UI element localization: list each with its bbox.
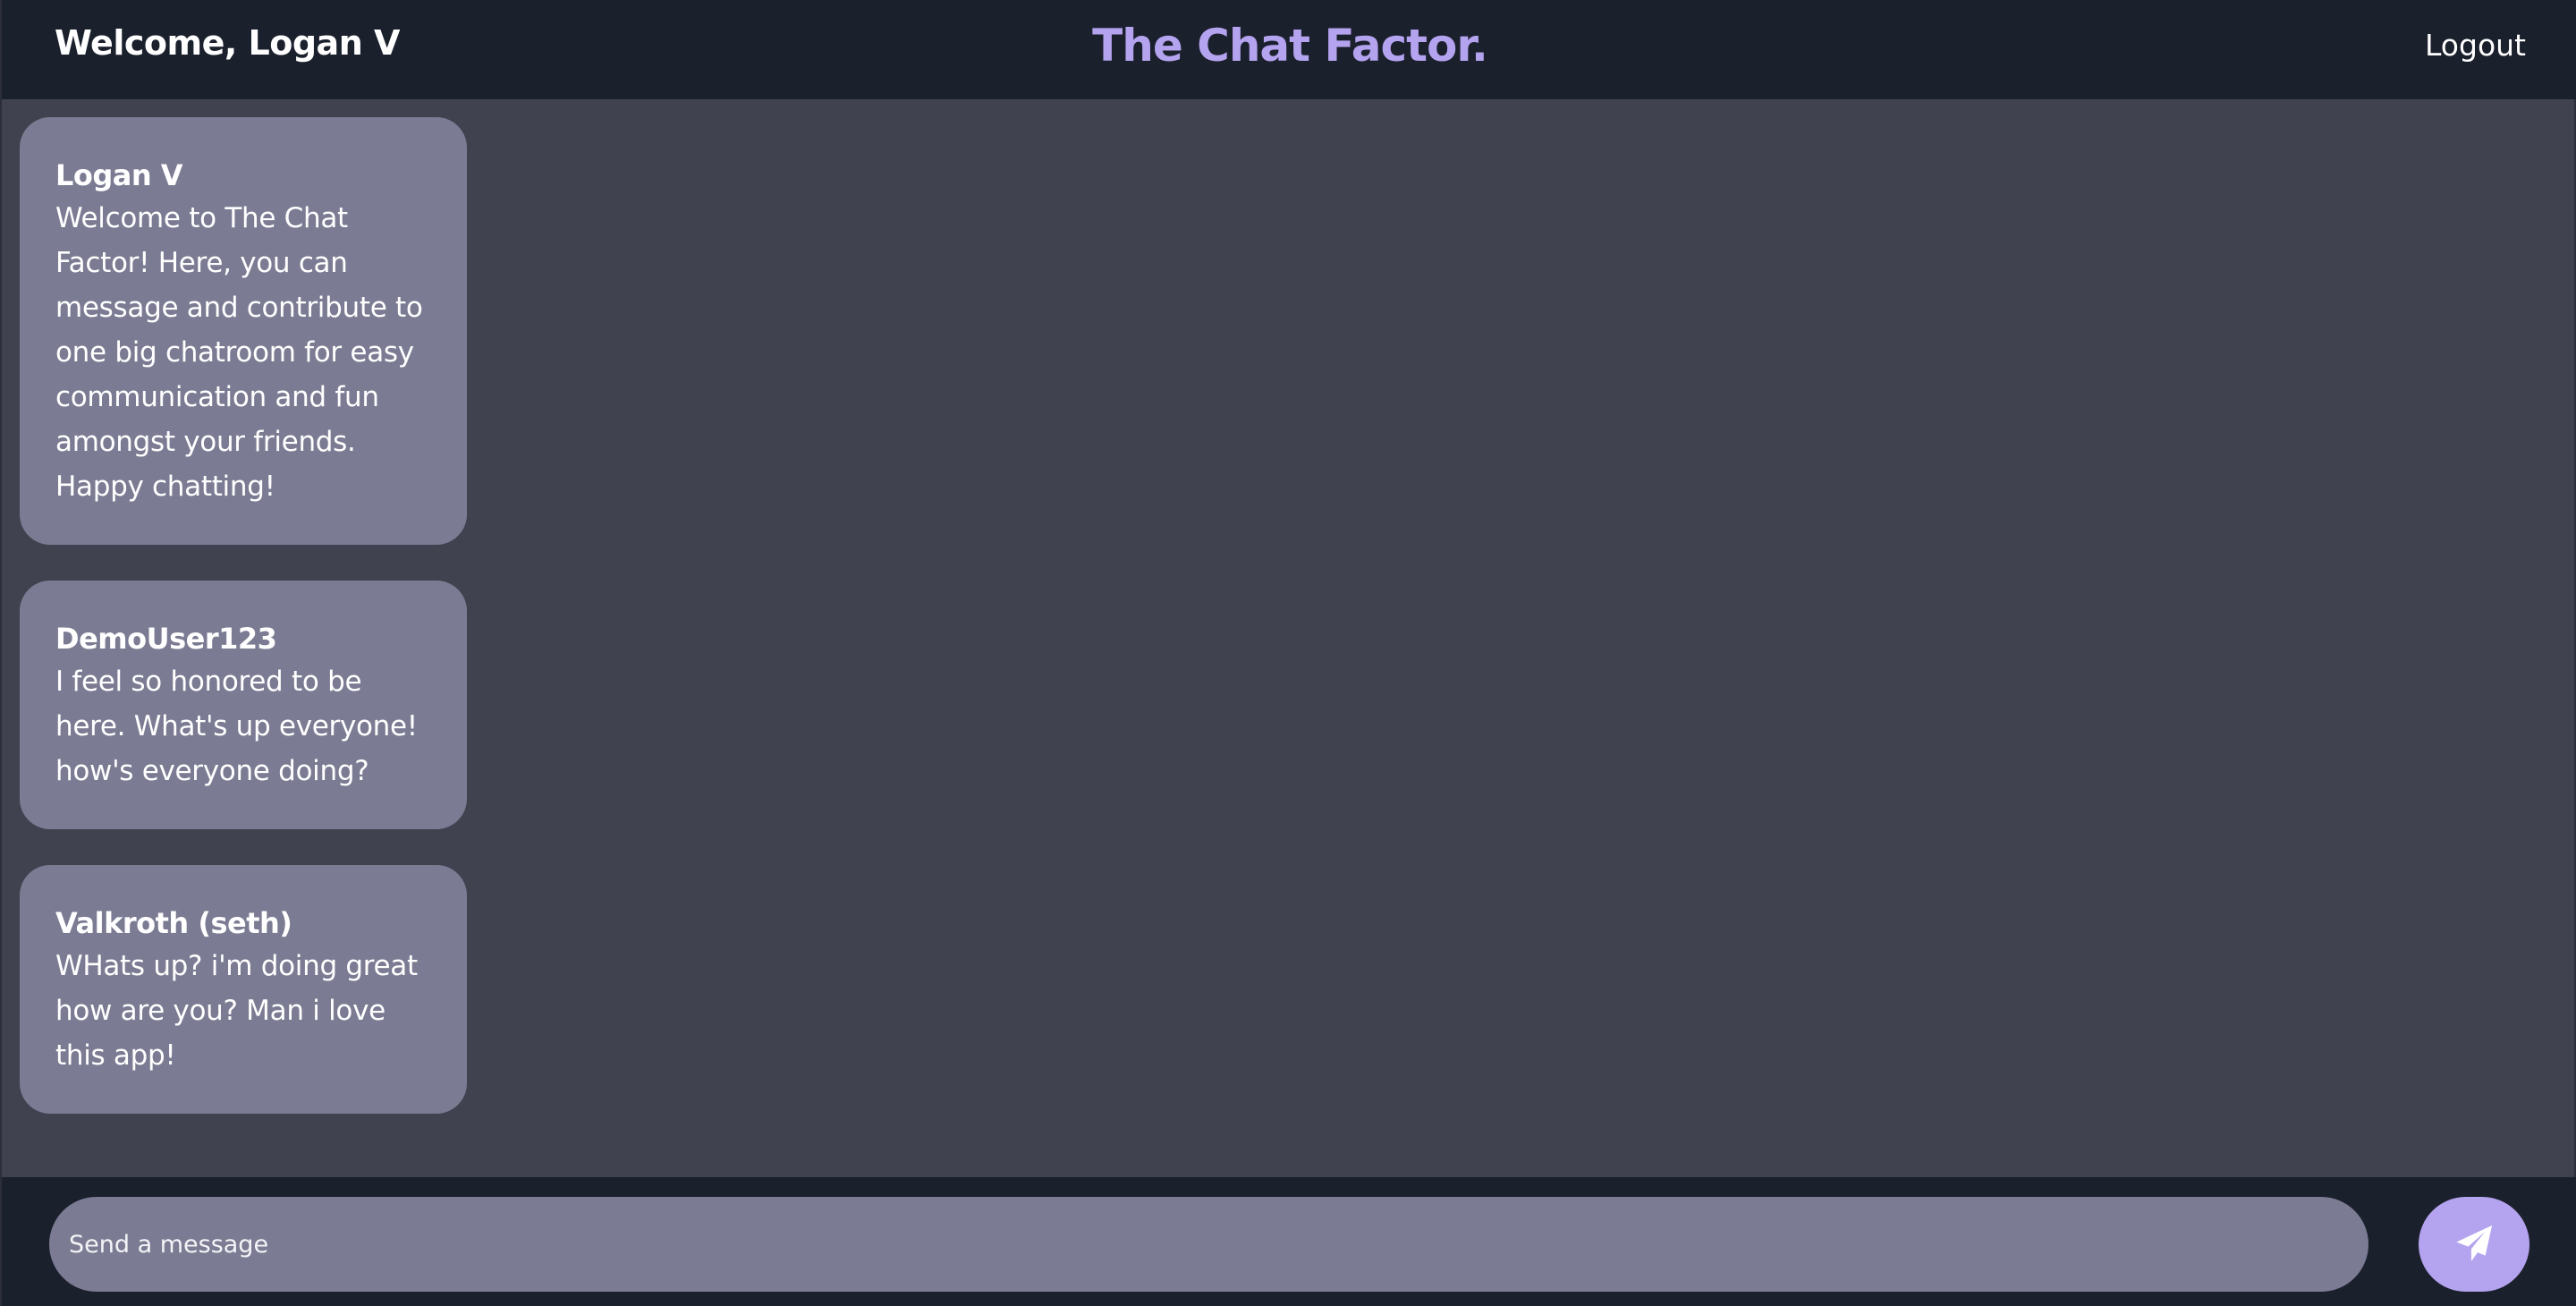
composer-bar	[2, 1177, 2576, 1306]
message-input[interactable]	[49, 1197, 2368, 1292]
message-bubble: Valkroth (seth) WHats up? i'm doing grea…	[20, 865, 467, 1114]
message-author: Valkroth (seth)	[55, 906, 292, 940]
message-text: I feel so honored to be here. What's up …	[55, 666, 418, 787]
message-author: DemoUser123	[55, 622, 277, 656]
message-list: Logan V Welcome to The Chat Factor! Here…	[20, 117, 469, 1149]
message-text: Welcome to The Chat Factor! Here, you ca…	[55, 202, 423, 503]
message-bubble: Logan V Welcome to The Chat Factor! Here…	[20, 117, 467, 545]
paper-plane-icon	[2453, 1223, 2495, 1267]
app-title: The Chat Factor.	[1092, 20, 1488, 72]
message-text: WHats up? i'm doing great how are you? M…	[55, 950, 418, 1072]
top-bar: Welcome, Logan V The Chat Factor. Logout	[2, 0, 2576, 99]
message-author: Logan V	[55, 158, 183, 192]
send-button[interactable]	[2419, 1197, 2529, 1292]
chat-app: Welcome, Logan V The Chat Factor. Logout…	[0, 0, 2576, 1306]
message-input-wrapper	[49, 1197, 2368, 1292]
message-bubble: DemoUser123 I feel so honored to be here…	[20, 581, 467, 829]
logout-link[interactable]: Logout	[2425, 28, 2526, 63]
